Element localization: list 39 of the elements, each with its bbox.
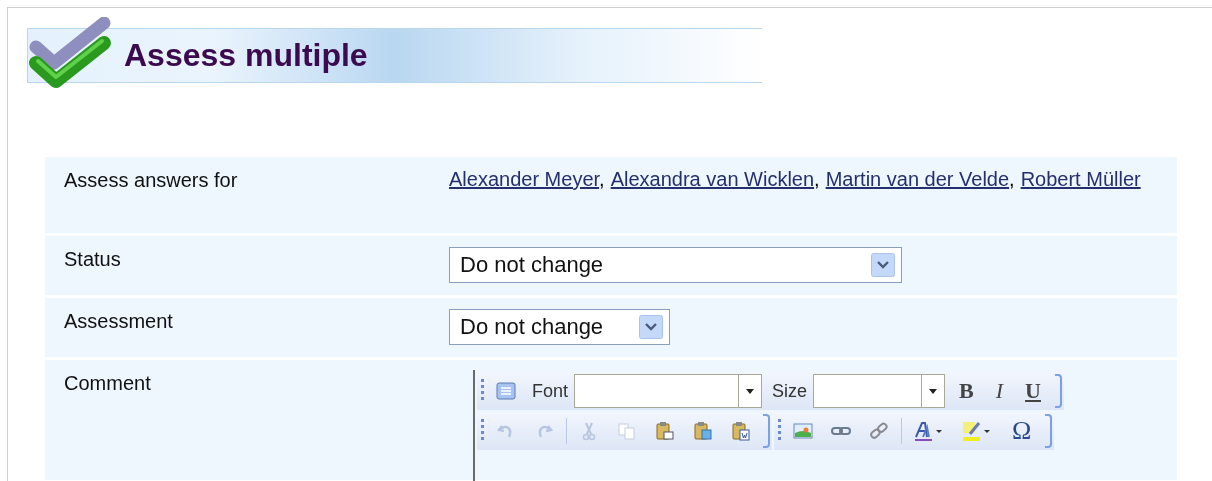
paste-text-icon[interactable]	[693, 421, 713, 441]
separator-text: ,	[599, 168, 605, 190]
font-label: Font	[532, 380, 569, 402]
toolbar-grip-icon	[778, 419, 781, 443]
field-label: Comment	[64, 372, 151, 394]
dropdown-field[interactable]: Do not change	[449, 309, 670, 345]
copy-icon[interactable]	[617, 421, 637, 441]
field-label: Assessment	[64, 310, 173, 332]
caret-icon	[929, 388, 938, 394]
separator-text: ,	[814, 168, 820, 190]
page-title: Assess multiple	[124, 37, 368, 74]
student-link[interactable]: Alexandra van Wicklen	[610, 168, 815, 190]
toolbar-grip-icon	[481, 419, 484, 443]
special-character-button[interactable]: Ω	[1004, 416, 1040, 446]
image-icon[interactable]	[793, 421, 813, 441]
dropdown-field[interactable]: Do not change	[449, 247, 902, 283]
separator-text: ,	[1009, 168, 1015, 190]
bold-button[interactable]: B	[951, 378, 982, 404]
student-link[interactable]: Robert Müller	[1020, 168, 1141, 190]
font-color-icon[interactable]	[914, 420, 944, 442]
size-label: Size	[772, 380, 808, 402]
toolbar-end-bracket	[763, 414, 770, 448]
toolbar-end-bracket	[1054, 374, 1062, 408]
toolbar-end-bracket	[1045, 414, 1053, 448]
source-view-icon[interactable]	[496, 381, 516, 401]
size-dropdown[interactable]	[813, 374, 946, 408]
paste-document-icon[interactable]	[731, 421, 751, 441]
highlight-icon[interactable]	[962, 420, 992, 442]
underline-button[interactable]: U	[1017, 378, 1049, 404]
italic-button[interactable]: I	[987, 378, 1012, 404]
font-dropdown[interactable]	[574, 374, 763, 408]
field-label: Assess answers for	[64, 169, 238, 191]
field-label: Status	[64, 248, 121, 270]
paste-icon[interactable]	[655, 421, 675, 441]
unlink-icon[interactable]	[869, 421, 889, 441]
toolbar-grip-icon	[481, 379, 484, 403]
caret-icon	[746, 388, 755, 394]
student-link[interactable]: Martin van der Velde	[825, 168, 1010, 190]
student-link[interactable]: Alexander Meyer	[449, 168, 600, 190]
